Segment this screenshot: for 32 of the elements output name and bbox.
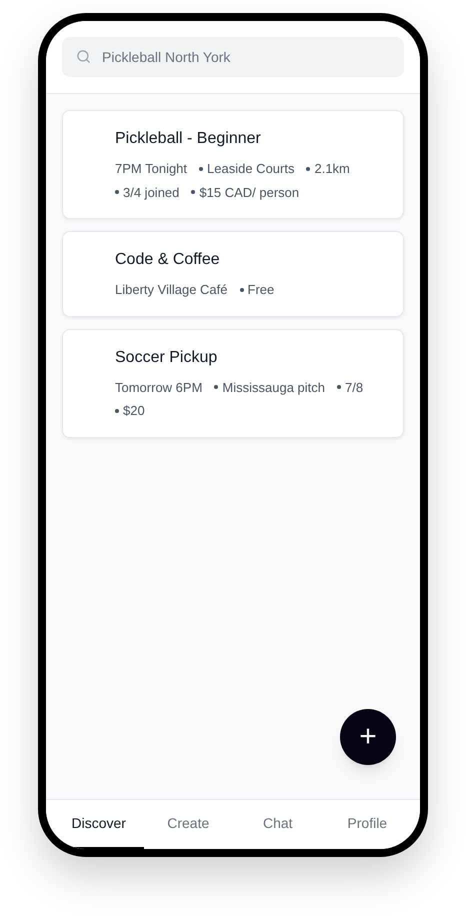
event-detail: 7PM Tonight: [115, 160, 188, 178]
add-button[interactable]: +: [340, 709, 396, 765]
event-detail: 2.1km: [314, 160, 350, 178]
nav-tab[interactable]: Create: [144, 800, 233, 849]
event-detail: Tomorrow 6PM: [115, 378, 202, 396]
event-detail: Liberty Village Café: [115, 281, 228, 299]
event-detail: $20: [123, 402, 145, 420]
bullet-icon: [191, 190, 196, 194]
bullet-icon: [337, 385, 342, 390]
event-detail: Leaside Courts: [207, 160, 294, 178]
event-detail: 3/4 joined: [123, 184, 180, 202]
nav-tab[interactable]: Profile: [322, 800, 412, 849]
event-card[interactable]: Soccer Pickup Tomorrow 6PM Mississauga pitch 7/8 $20: [62, 328, 404, 438]
event-detail: $15 CAD/ person: [199, 184, 300, 202]
search-icon: [76, 49, 91, 64]
event-detail: Free: [248, 281, 274, 299]
event-title: Soccer Pickup: [115, 348, 218, 368]
event-detail: 7/8: [345, 378, 364, 396]
event-title: Code & Coffee: [115, 250, 221, 270]
bullet-icon: [240, 288, 244, 292]
bullet-icon: [115, 190, 119, 194]
event-card[interactable]: Code & Coffee Liberty Village Café Free: [62, 231, 404, 316]
nav-tab[interactable]: Discover: [54, 800, 144, 849]
nav-tab[interactable]: Chat: [233, 800, 322, 849]
bullet-icon: [199, 166, 204, 171]
bullet-icon: [115, 408, 119, 413]
search-field[interactable]: Pickleball North York: [62, 37, 404, 77]
bullet-icon: [306, 166, 310, 171]
event-card[interactable]: Pickleball - Beginner 7PM Tonight Leaside Courts 2.1km 3/4 joined $15 CAD/ person: [62, 110, 404, 219]
event-title: Pickleball - Beginner: [115, 129, 262, 149]
event-detail: Mississauga pitch: [222, 378, 326, 397]
bullet-icon: [214, 385, 218, 390]
